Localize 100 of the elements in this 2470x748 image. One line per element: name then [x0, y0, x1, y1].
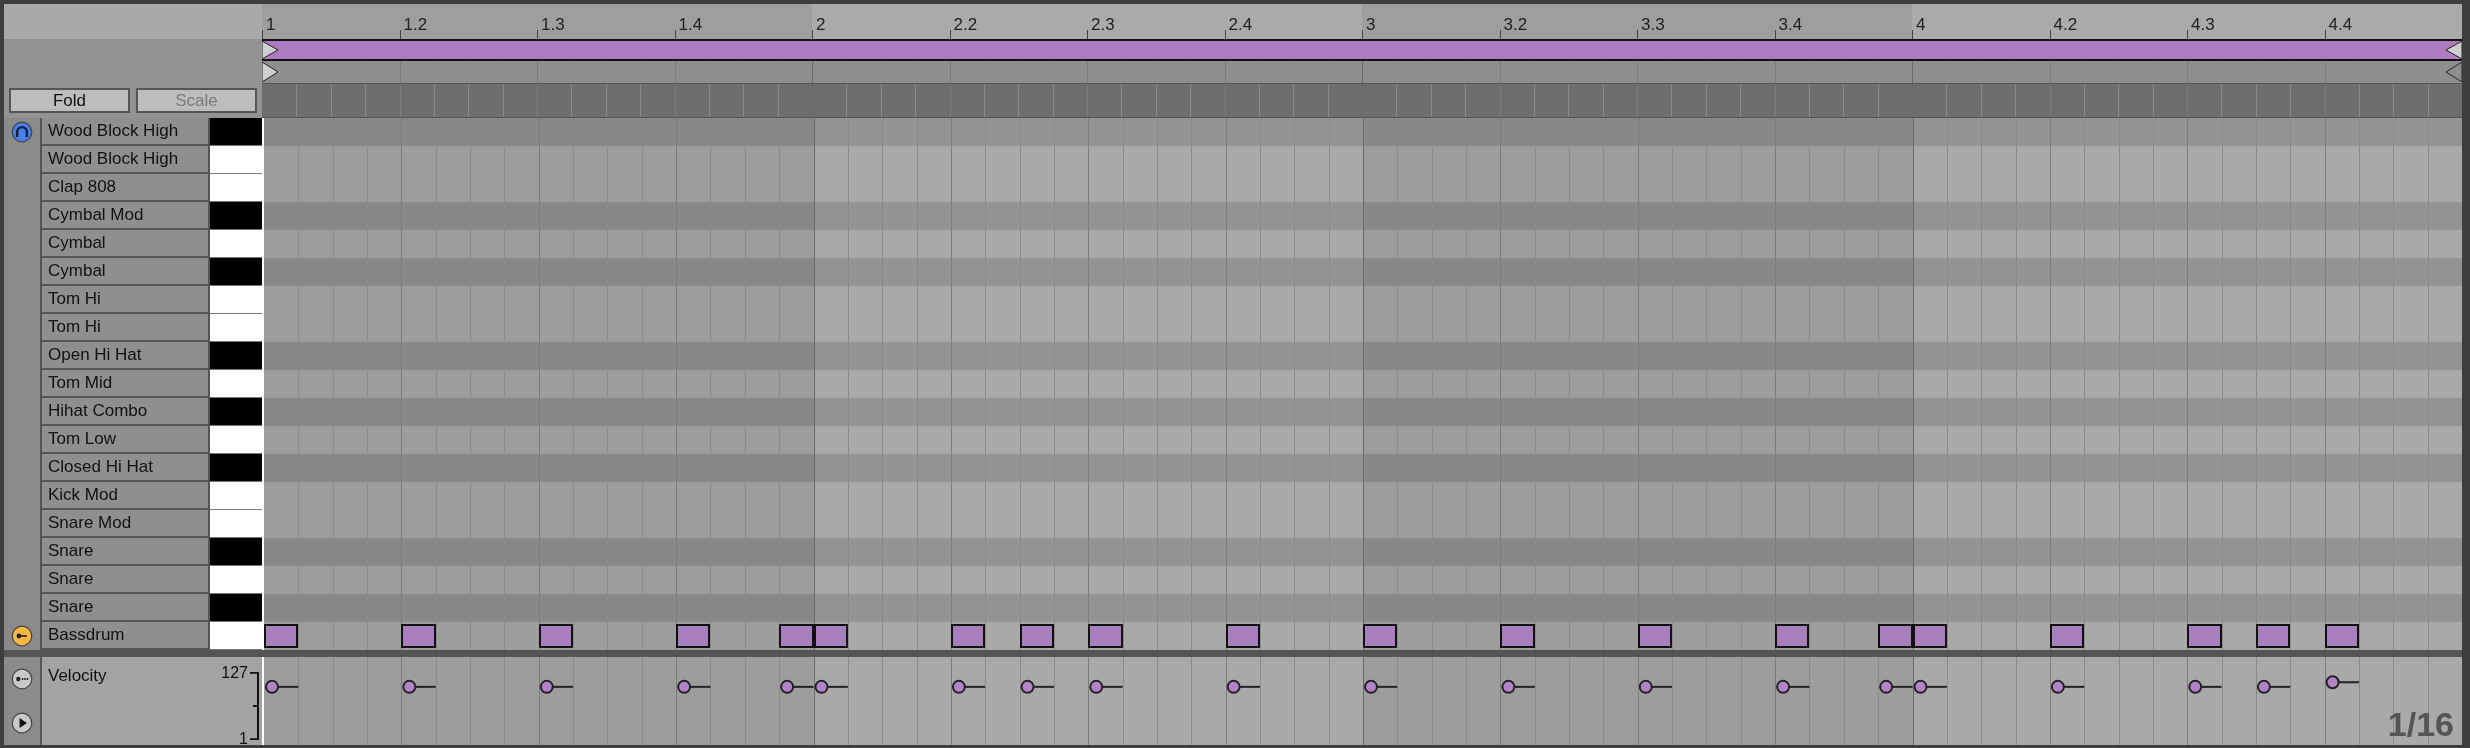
piano-key[interactable]	[210, 398, 262, 426]
velocity-tail	[2268, 685, 2292, 688]
midi-note[interactable]	[2049, 624, 2085, 648]
piano-key[interactable]	[210, 146, 262, 174]
midi-note[interactable]	[2324, 624, 2359, 648]
piano-key[interactable]	[210, 174, 262, 202]
midi-note[interactable]	[538, 624, 574, 648]
loop-end-marker-icon[interactable]	[2444, 41, 2462, 59]
velocity-handle[interactable]	[2256, 679, 2271, 694]
midi-note[interactable]	[1775, 624, 1810, 648]
velocity-handle[interactable]	[1364, 679, 1378, 694]
piano-key[interactable]	[210, 482, 262, 510]
velocity-min-label: 1	[239, 731, 248, 747]
piano-key[interactable]	[210, 258, 262, 286]
end-marker-icon[interactable]	[2444, 62, 2462, 82]
midi-note[interactable]	[1019, 624, 1054, 648]
midi-note[interactable]	[1088, 624, 1123, 648]
piano-key[interactable]	[210, 202, 262, 230]
velocity-handle[interactable]	[2188, 679, 2203, 694]
note-name-cell[interactable]: Hihat Combo	[40, 398, 210, 426]
velocity-handle[interactable]	[1089, 679, 1104, 694]
midi-note[interactable]	[1225, 624, 1260, 648]
midi-note[interactable]	[813, 624, 848, 648]
velocity-tail	[1925, 685, 1948, 688]
note-name-cell[interactable]: Cymbal	[40, 258, 210, 286]
velocity-handle[interactable]	[1501, 679, 1516, 694]
velocity-tail	[277, 685, 300, 688]
note-name-cell[interactable]: Tom Mid	[40, 370, 210, 398]
fold-button[interactable]: Fold	[9, 87, 130, 113]
piano-key[interactable]	[210, 566, 262, 594]
clip-loop-bar[interactable]	[262, 39, 2462, 61]
note-name-cell[interactable]: Cymbal	[40, 230, 210, 258]
velocity-max-label: 127	[221, 665, 248, 681]
velocity-handle[interactable]	[402, 679, 417, 694]
piano-key[interactable]	[210, 510, 262, 538]
ruler-label: 3.3	[1640, 16, 1665, 36]
piano-key[interactable]	[210, 230, 262, 258]
note-name-cell[interactable]: Tom Hi	[40, 314, 210, 342]
velocity-handle[interactable]	[1638, 679, 1653, 694]
midi-note[interactable]	[1500, 624, 1535, 648]
key-toggle-icon[interactable]	[11, 625, 33, 647]
note-name-cell[interactable]: Snare	[40, 594, 210, 622]
piano-key[interactable]	[210, 314, 262, 342]
note-name-cell[interactable]: Bassdrum	[40, 622, 210, 650]
velocity-handle[interactable]	[780, 679, 795, 694]
ruler-label: 3.4	[1777, 16, 1803, 36]
velocity-handle[interactable]	[2050, 679, 2065, 694]
piano-key[interactable]	[210, 622, 262, 650]
headphones-icon[interactable]	[11, 121, 33, 143]
midi-note[interactable]	[1912, 624, 1947, 648]
velocity-handle[interactable]	[951, 679, 966, 694]
note-name-cell[interactable]: Tom Low	[40, 426, 210, 454]
note-name-cell[interactable]: Cymbal Mod	[40, 202, 210, 230]
piano-key[interactable]	[210, 286, 262, 314]
note-name-cell[interactable]: Snare Mod	[40, 510, 210, 538]
midi-note[interactable]	[1637, 624, 1673, 648]
play-icon[interactable]	[11, 712, 33, 734]
note-name-cell[interactable]: Wood Block High	[40, 118, 210, 146]
velocity-handle[interactable]	[1879, 679, 1894, 694]
note-name-cell[interactable]: Tom Hi	[40, 286, 210, 314]
midi-note[interactable]	[401, 624, 436, 648]
velocity-handle[interactable]	[677, 679, 692, 694]
note-name-cell[interactable]: Open Hi Hat	[40, 342, 210, 370]
velocity-handle[interactable]	[1020, 679, 1035, 694]
velocity-handle[interactable]	[1913, 679, 1928, 694]
velocity-handle[interactable]	[814, 679, 829, 694]
midi-note[interactable]	[779, 624, 814, 648]
midi-note[interactable]	[2187, 624, 2222, 648]
midi-note[interactable]	[950, 624, 986, 648]
midi-note[interactable]	[1878, 624, 1913, 648]
piano-key[interactable]	[210, 538, 262, 566]
piano-key[interactable]	[210, 594, 262, 622]
piano-key[interactable]	[210, 426, 262, 454]
time-ruler[interactable]: 1 1.2 1.3 1.4 2 2.2 2.3 2.4 3 3.2 3.3 3.4 4 4.2 4.3 4.4	[262, 4, 2462, 39]
note-name-cell[interactable]: Closed Hi Hat	[40, 454, 210, 482]
velocity-tail	[826, 685, 849, 688]
velocity-handle[interactable]	[539, 679, 554, 694]
note-name-cell[interactable]: Wood Block High	[40, 146, 210, 174]
piano-key[interactable]	[210, 342, 262, 370]
velocity-lane[interactable]: 1/16	[262, 657, 2462, 745]
lane-dots-icon[interactable]	[11, 668, 33, 690]
note-name-cell[interactable]: Kick Mod	[40, 482, 210, 510]
velocity-handle[interactable]	[2325, 675, 2340, 690]
note-name-cell[interactable]: Snare	[40, 538, 210, 566]
ruler-label: 1.2	[402, 16, 428, 36]
note-name-cell[interactable]: Clap 808	[40, 174, 210, 202]
midi-note[interactable]	[676, 624, 711, 648]
midi-note[interactable]	[2255, 624, 2291, 648]
velocity-handle[interactable]	[1776, 679, 1791, 694]
velocity-tail	[1101, 685, 1124, 688]
piano-key[interactable]	[210, 370, 262, 398]
midi-note[interactable]	[1363, 624, 1398, 648]
velocity-handle[interactable]	[1226, 679, 1241, 694]
ruler-label: 4.4	[2327, 16, 2353, 36]
loop-start-marker-icon[interactable]	[262, 41, 280, 59]
velocity-handle[interactable]	[265, 679, 279, 694]
note-name-cell[interactable]: Snare	[40, 566, 210, 594]
midi-note[interactable]	[264, 624, 299, 648]
piano-key[interactable]	[210, 118, 262, 146]
piano-key[interactable]	[210, 454, 262, 482]
